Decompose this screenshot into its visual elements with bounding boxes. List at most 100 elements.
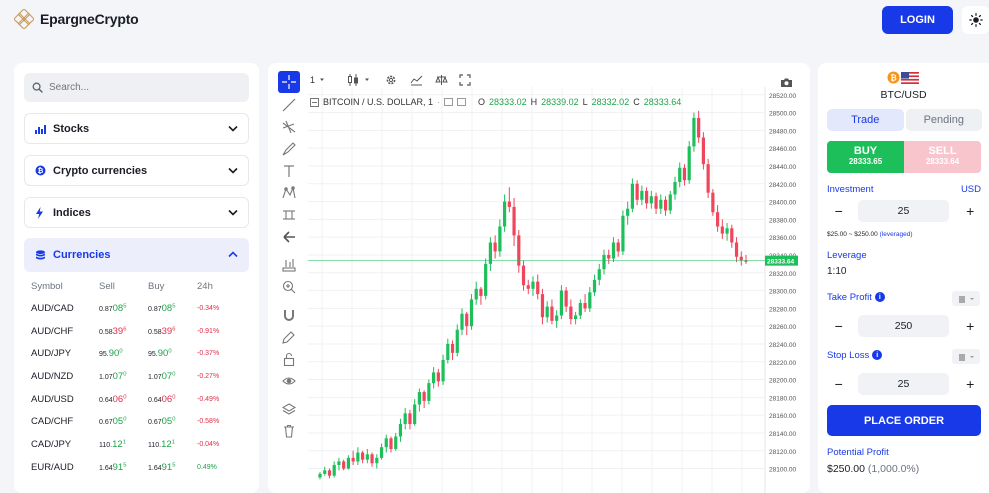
text-tool[interactable] (278, 160, 300, 182)
decrease-stop-loss-button[interactable]: − (827, 376, 850, 392)
candle-up (469, 299, 474, 327)
row-sell[interactable]: 1.07070 (99, 371, 148, 382)
potential-profit-value: $250.00 (827, 463, 865, 475)
search-input[interactable] (49, 82, 239, 93)
back-tool[interactable] (278, 226, 300, 248)
sell-button[interactable]: SELL 28333.64 (904, 141, 981, 173)
draw-mode-tool[interactable] (278, 326, 300, 348)
tab-pending[interactable]: Pending (905, 109, 982, 131)
row-sell[interactable]: 95.900 (99, 348, 148, 359)
investment-stepper: − 25 + (827, 200, 982, 222)
measure-tool[interactable] (278, 204, 300, 226)
row-sell[interactable]: 0.67050 (99, 416, 148, 427)
row-sell[interactable]: 0.64060 (99, 394, 148, 405)
brush-tool[interactable] (278, 138, 300, 160)
stop-loss-value[interactable]: 25 (858, 373, 949, 395)
candle-down (507, 201, 511, 207)
row-buy[interactable]: 0.58396 (148, 326, 197, 337)
table-row[interactable]: EUR/AUD 1.64915 1.64915 0.49% (24, 456, 249, 479)
row-buy[interactable]: 0.64060 (148, 394, 197, 405)
collapse-icon[interactable] (310, 97, 319, 107)
col-symbol: Symbol (31, 280, 63, 292)
candle-up (427, 383, 431, 401)
chart-type-dropdown[interactable] (346, 72, 372, 88)
trendline-tool[interactable] (278, 94, 300, 116)
candle-up (630, 183, 634, 209)
chart-settings-button[interactable] (385, 72, 397, 88)
table-row[interactable]: AUD/USD 0.64060 0.64060 -0.49% (24, 388, 249, 411)
table-row[interactable]: CAD/CHF 0.67050 0.67050 -0.58% (24, 410, 249, 433)
row-buy[interactable]: 110.121 (148, 439, 197, 450)
sell-pips: 05 (112, 416, 124, 428)
zoom-tool[interactable] (278, 276, 300, 298)
take-profit-type-dropdown[interactable] (952, 291, 980, 306)
y-tick-label: 28380.00 (769, 217, 796, 224)
take-profit-value[interactable]: 250 (858, 315, 949, 337)
bar-chart-icon (35, 124, 47, 134)
chart-panel: 28520.00 28500.00 28480.00 28460.00 28440.00… (268, 63, 810, 493)
coins-icon (35, 249, 47, 261)
category-currencies[interactable]: Currencies (24, 238, 249, 272)
delete-tool[interactable] (278, 420, 300, 442)
row-sell[interactable]: 110.121 (99, 439, 148, 450)
buy-button[interactable]: BUY 28333.65 (827, 141, 904, 173)
table-row[interactable]: AUD/CAD 0.87085 0.87085 -0.34% (24, 297, 249, 320)
row-buy[interactable]: 0.67050 (148, 416, 197, 427)
row-sell[interactable]: 0.87085 (99, 303, 148, 314)
eye-icon[interactable] (444, 98, 454, 106)
increase-take-profit-button[interactable]: + (959, 318, 982, 334)
y-tick-label: 28300.00 (769, 289, 796, 296)
candle-up (403, 413, 407, 425)
magnet-tool[interactable] (278, 304, 300, 326)
trade-tool[interactable] (278, 254, 300, 276)
pattern-tool[interactable] (278, 182, 300, 204)
layers-tool[interactable] (278, 398, 300, 420)
row-sell[interactable]: 0.58396 (99, 326, 148, 337)
search-box[interactable] (24, 73, 249, 102)
candle-up (337, 461, 341, 465)
info-icon[interactable]: i (872, 350, 883, 361)
crosshair-tool[interactable] (278, 71, 300, 93)
table-row[interactable]: AUD/NZD 1.07070 1.07070 -0.27% (24, 365, 249, 388)
info-icon[interactable]: i (874, 292, 885, 303)
category-crypto[interactable]: ₿ Crypto currencies (24, 155, 249, 186)
row-buy[interactable]: 0.87085 (148, 303, 197, 314)
category-indices[interactable]: Indices (24, 197, 249, 228)
compare-button[interactable] (435, 72, 448, 88)
row-buy[interactable]: 1.07070 (148, 371, 197, 382)
decrease-investment-button[interactable]: − (827, 203, 850, 219)
buy-fraction: 5 (172, 303, 176, 310)
investment-value[interactable]: 25 (858, 200, 949, 222)
candle-down (564, 290, 568, 307)
increase-investment-button[interactable]: + (959, 203, 982, 219)
table-row[interactable]: AUD/CHF 0.58396 0.58396 -0.91% (24, 320, 249, 343)
lock-tool[interactable] (278, 348, 300, 370)
table-row[interactable]: CAD/JPY 110.121 110.121 -0.04% (24, 433, 249, 456)
category-stocks[interactable]: Stocks (24, 113, 249, 144)
row-buy[interactable]: 95.900 (148, 348, 197, 359)
row-buy[interactable]: 1.64915 (148, 462, 197, 473)
increase-stop-loss-button[interactable]: + (959, 376, 982, 392)
row-sell[interactable]: 1.64915 (99, 462, 148, 473)
sell-fraction: 0 (123, 371, 127, 378)
settings-small-icon[interactable] (457, 98, 467, 106)
candle-up (559, 290, 563, 316)
screenshot-button[interactable] (780, 74, 793, 90)
stop-loss-type-dropdown[interactable] (952, 349, 980, 364)
visibility-tool[interactable] (278, 370, 300, 392)
tab-trade[interactable]: Trade (827, 109, 904, 131)
candle-up (498, 226, 502, 252)
indicators-button[interactable] (410, 72, 423, 88)
table-row[interactable]: AUD/JPY 95.900 95.900 -0.37% (24, 342, 249, 365)
app-logo[interactable]: EpargneCrypto (14, 9, 139, 29)
login-button[interactable]: LOGIN (882, 6, 953, 34)
theme-toggle-button[interactable] (962, 6, 989, 34)
fork-tool[interactable] (278, 116, 300, 138)
fullscreen-button[interactable] (459, 72, 471, 88)
decrease-take-profit-button[interactable]: − (827, 318, 850, 334)
price-chart[interactable]: 28520.00 28500.00 28480.00 28460.00 28440.00… (268, 63, 810, 493)
place-order-button[interactable]: PLACE ORDER (827, 405, 981, 436)
candle-up (621, 215, 625, 252)
interval-dropdown[interactable]: 1 (310, 72, 327, 88)
candles-icon (348, 74, 358, 86)
